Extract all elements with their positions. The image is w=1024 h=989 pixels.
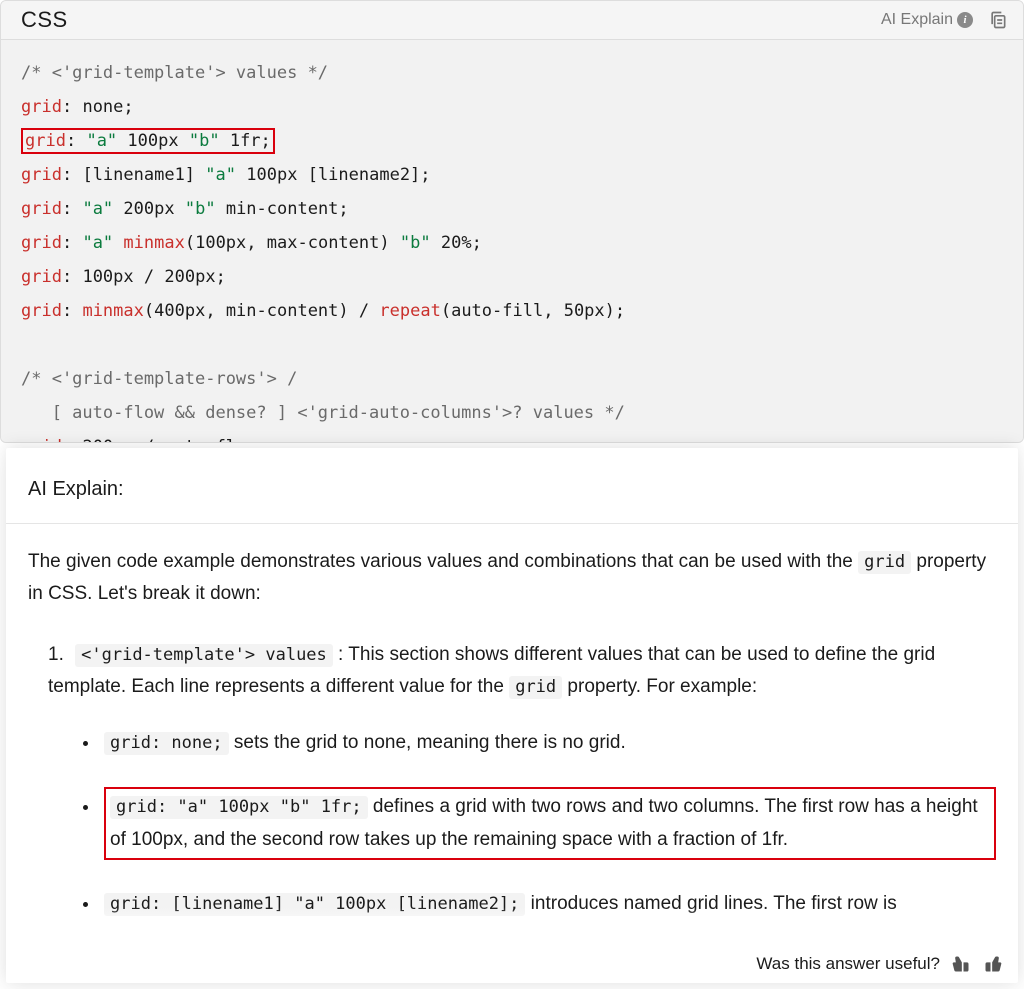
code-token: grid [21, 199, 62, 219]
panel-header: CSS AI Explain i [1, 1, 1023, 40]
code-token: "b" [400, 233, 431, 253]
code-token: minmax [123, 233, 184, 253]
code-token: 200px [82, 437, 133, 442]
code-token: 100px [195, 233, 246, 253]
info-icon: i [957, 12, 973, 28]
list-item: grid: "a" 100px "b" 1fr; defines a grid … [100, 787, 996, 860]
code-token: repeat [379, 301, 440, 321]
code-token: grid [21, 267, 62, 287]
copy-icon[interactable] [987, 8, 1009, 32]
panel-title: CSS [21, 7, 68, 33]
code-token: grid [21, 233, 62, 253]
code-token: "b" [185, 199, 216, 219]
text: introduces named grid lines. The first r… [525, 893, 896, 914]
list-item: <'grid-template'> values : This section … [48, 639, 996, 704]
feedback-question: Was this answer useful? [756, 954, 940, 974]
code-comment: [ auto-flow && dense? ] <'grid-auto-colu… [21, 403, 625, 423]
inline-code: grid: [linename1] "a" 100px [linename2]; [104, 893, 525, 916]
code-token: grid [21, 165, 62, 185]
code-token: auto-flow [164, 437, 256, 442]
feedback-bar: Was this answer useful? [6, 947, 1018, 983]
code-comment: /* <'grid-template'> values */ [21, 63, 328, 83]
code-token: min-content [226, 199, 339, 219]
inline-code: <'grid-template'> values [75, 644, 333, 667]
text: sets the grid to none, meaning there is … [229, 732, 626, 753]
inline-code: grid: none; [104, 732, 229, 755]
code-token: "a" [82, 233, 113, 253]
highlighted-code-line: grid: "a" 100px "b" 1fr; [21, 128, 275, 154]
ai-explain-title: AI Explain: [6, 448, 1018, 524]
list-item: grid: [linename1] "a" 100px [linename2];… [100, 888, 996, 920]
code-panel: CSS AI Explain i /* <'grid-template'> va… [0, 0, 1024, 443]
code-token: max-content [267, 233, 380, 253]
code-token: 400px [154, 301, 205, 321]
code-token: minmax [82, 301, 143, 321]
inline-code: grid: "a" 100px "b" 1fr; [110, 796, 368, 819]
thumbs-down-icon[interactable] [950, 953, 972, 975]
code-token: grid [25, 131, 66, 151]
code-token: 1fr [230, 131, 261, 151]
code-token: none [82, 97, 123, 117]
code-token: "a" [205, 165, 236, 185]
ordered-list: <'grid-template'> values : This section … [28, 639, 996, 704]
code-token: [linename2] [308, 165, 421, 185]
code-comment: /* <'grid-template-rows'> / [21, 369, 297, 389]
code-token: grid [21, 97, 62, 117]
text: The given code example demonstrates vari… [28, 551, 858, 572]
code-token: 100px [127, 131, 178, 151]
code-token: grid [21, 301, 62, 321]
code-token: 100px [246, 165, 297, 185]
code-token: 50px [564, 301, 605, 321]
ai-explain-button[interactable]: AI Explain i [881, 11, 973, 29]
bullet-list: grid: none; sets the grid to none, meani… [100, 727, 996, 920]
code-token: "a" [82, 199, 113, 219]
ai-explain-label: AI Explain [881, 11, 953, 29]
ai-explain-body: The given code example demonstrates vari… [6, 524, 1018, 947]
ai-explain-panel: AI Explain: The given code example demon… [6, 448, 1018, 983]
explain-intro: The given code example demonstrates vari… [28, 546, 996, 611]
code-token: auto-fill [451, 301, 543, 321]
thumbs-up-icon[interactable] [982, 953, 1004, 975]
panel-actions: AI Explain i [881, 8, 1009, 32]
code-token: 200px [123, 199, 174, 219]
code-token: grid [21, 437, 62, 442]
code-token: 200px [164, 267, 215, 287]
code-token: min-content [226, 301, 339, 321]
inline-code: grid [509, 676, 562, 699]
code-token: [linename1] [82, 165, 195, 185]
code-token: 20% [441, 233, 472, 253]
text: property. For example: [562, 676, 757, 697]
inline-code: grid [858, 551, 911, 574]
code-token: 100px [82, 267, 133, 287]
code-token: "a" [86, 131, 117, 151]
code-token: "b" [189, 131, 220, 151]
list-item: grid: none; sets the grid to none, meani… [100, 727, 996, 759]
highlighted-explanation: grid: "a" 100px "b" 1fr; defines a grid … [104, 787, 996, 860]
code-block: /* <'grid-template'> values */ grid: non… [1, 40, 1023, 442]
